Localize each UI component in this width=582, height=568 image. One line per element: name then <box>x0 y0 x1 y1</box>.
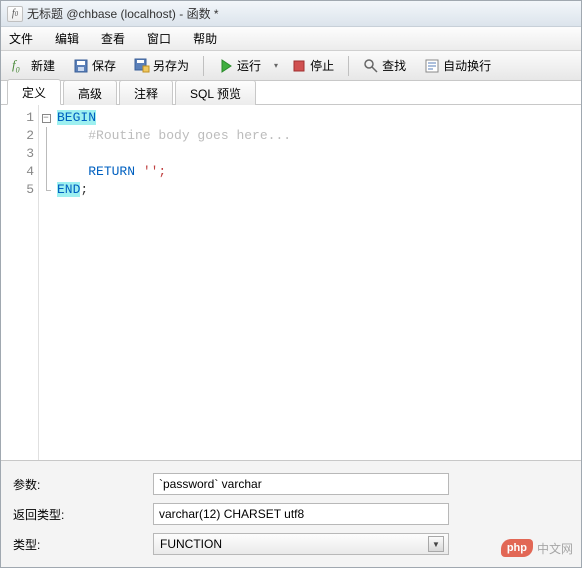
run-button[interactable]: 运行 <box>211 54 268 77</box>
run-label: 运行 <box>237 57 261 74</box>
fold-gutter: − <box>39 105 53 460</box>
fold-toggle-icon[interactable]: − <box>42 114 51 123</box>
tab-sqlpreview[interactable]: SQL 预览 <box>175 80 256 105</box>
play-icon <box>218 58 234 74</box>
keyword-begin: BEGIN <box>57 110 96 125</box>
returntype-field[interactable]: varchar(12) CHARSET utf8 <box>153 503 449 525</box>
line-number: 1 <box>1 109 34 127</box>
app-window: f0 无标题 @chbase (localhost) - 函数 * 文件 编辑 … <box>0 0 582 568</box>
new-button[interactable]: f0 新建 <box>5 54 62 77</box>
tab-comment[interactable]: 注释 <box>119 80 173 105</box>
stop-label: 停止 <box>310 57 334 74</box>
titlebar: f0 无标题 @chbase (localhost) - 函数 * <box>1 1 581 27</box>
fold-end-icon <box>42 181 51 199</box>
wrap-label: 自动换行 <box>443 57 491 74</box>
saveas-icon <box>134 58 150 74</box>
menubar: 文件 编辑 查看 窗口 帮助 <box>1 27 581 51</box>
watermark-text: 中文网 <box>537 540 573 557</box>
function-icon: f0 <box>12 58 28 74</box>
saveas-button[interactable]: 另存为 <box>127 54 196 77</box>
tab-advanced[interactable]: 高级 <box>63 80 117 105</box>
tabbar: 定义 高级 注释 SQL 预览 <box>1 81 581 105</box>
find-label: 查找 <box>382 57 406 74</box>
toolbar: f0 新建 保存 另存为 运行 ▾ 停止 <box>1 51 581 81</box>
chevron-down-icon[interactable]: ▼ <box>428 536 444 552</box>
code-editor[interactable]: 1 2 3 4 5 − BEGIN #Routine body goes her… <box>1 105 581 461</box>
comment: #Routine body goes here... <box>88 128 291 143</box>
watermark: php 中文网 <box>501 539 573 557</box>
search-icon <box>363 58 379 74</box>
save-button[interactable]: 保存 <box>66 54 123 77</box>
fold-guide <box>46 127 47 145</box>
app-icon: f0 <box>7 6 23 22</box>
menu-edit[interactable]: 编辑 <box>55 30 79 47</box>
toolbar-separator-2 <box>348 56 349 76</box>
type-label: 类型: <box>13 536 153 553</box>
stop-icon <box>291 58 307 74</box>
params-label: 参数: <box>13 476 153 493</box>
line-number: 5 <box>1 181 34 199</box>
returntype-label: 返回类型: <box>13 506 153 523</box>
menu-view[interactable]: 查看 <box>101 30 125 47</box>
run-dropdown[interactable]: ▾ <box>272 58 280 74</box>
keyword-return: RETURN <box>88 164 135 179</box>
menu-file[interactable]: 文件 <box>9 30 33 47</box>
wrap-button[interactable]: 自动换行 <box>417 54 498 77</box>
wrap-icon <box>424 58 440 74</box>
new-label: 新建 <box>31 57 55 74</box>
save-label: 保存 <box>92 57 116 74</box>
line-number: 3 <box>1 145 34 163</box>
toolbar-separator-1 <box>203 56 204 76</box>
window-title: 无标题 @chbase (localhost) - 函数 * <box>27 5 219 22</box>
tab-definition[interactable]: 定义 <box>7 79 61 105</box>
fold-guide <box>46 145 47 163</box>
line-number: 4 <box>1 163 34 181</box>
line-gutter: 1 2 3 4 5 <box>1 105 39 460</box>
type-select[interactable]: FUNCTION ▼ <box>153 533 449 555</box>
saveas-label: 另存为 <box>153 57 189 74</box>
line-number: 2 <box>1 127 34 145</box>
params-field[interactable]: `password` varchar <box>153 473 449 495</box>
save-icon <box>73 58 89 74</box>
keyword-end: END <box>57 182 80 197</box>
stop-button[interactable]: 停止 <box>284 54 341 77</box>
menu-window[interactable]: 窗口 <box>147 30 171 47</box>
watermark-badge: php <box>501 539 533 557</box>
code-area[interactable]: BEGIN #Routine body goes here... RETURN … <box>53 105 581 460</box>
properties-panel: 参数: `password` varchar 返回类型: varchar(12)… <box>1 461 581 567</box>
find-button[interactable]: 查找 <box>356 54 413 77</box>
fold-guide <box>46 163 47 181</box>
menu-help[interactable]: 帮助 <box>193 30 217 47</box>
